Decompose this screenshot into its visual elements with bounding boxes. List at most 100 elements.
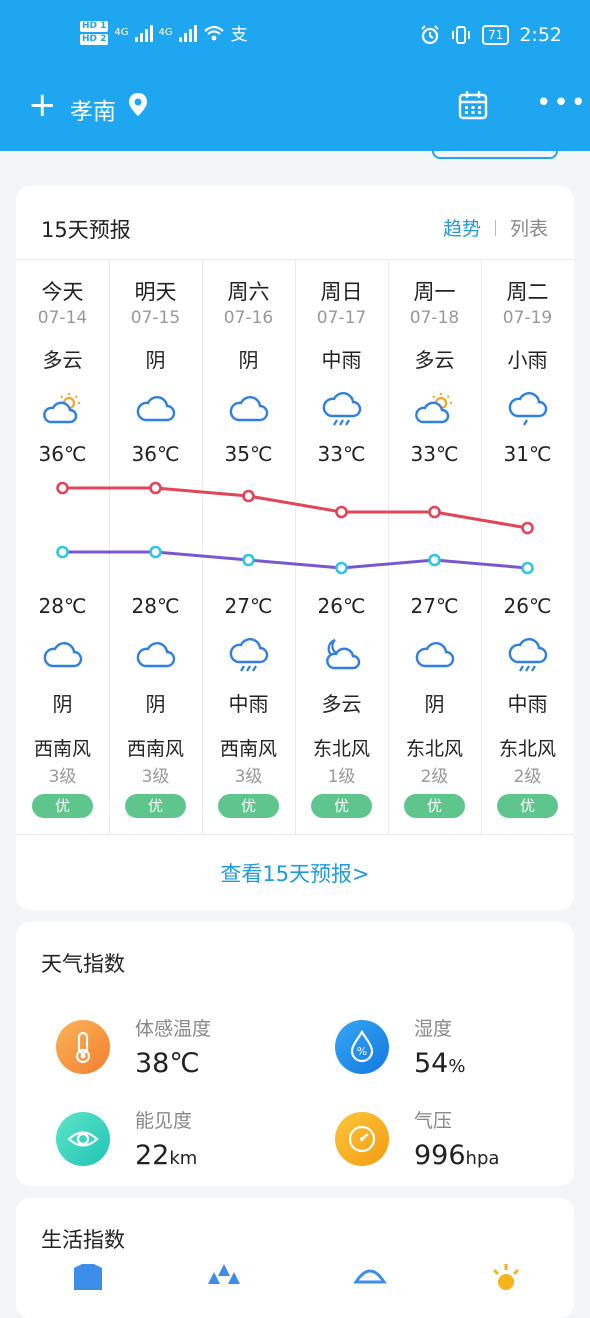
day-name: 周一 xyxy=(413,280,456,304)
city-name[interactable]: 孝南 xyxy=(70,92,116,126)
day-date: 07-14 xyxy=(37,308,88,328)
signal-bars-icon xyxy=(178,24,197,42)
wind-direction: 西南风 xyxy=(33,738,91,760)
low-temp-point xyxy=(56,545,69,559)
add-city-button[interactable]: + xyxy=(28,88,57,122)
day-condition: 中雨 xyxy=(321,348,362,372)
value-unit: km xyxy=(169,1148,198,1169)
wind-level: 1级 xyxy=(327,767,356,787)
app-header: HD 1 HD 2 4G 4G 支 71 2:52 + 孝南 ••• xyxy=(0,0,590,151)
day-name: 今天 xyxy=(41,280,84,304)
status-bar: HD 1 HD 2 4G 4G 支 71 2:52 xyxy=(0,0,590,72)
wind-level: 2级 xyxy=(420,767,449,787)
high-temp-point xyxy=(428,505,441,519)
day-date: 07-18 xyxy=(409,308,460,328)
wind-direction: 东北风 xyxy=(405,738,463,760)
top-toolbar: + 孝南 ••• xyxy=(0,78,590,134)
cloudy-icon xyxy=(229,396,269,422)
tab-list[interactable]: 列表 xyxy=(510,214,548,241)
night-condition: 阴 xyxy=(424,692,445,716)
pressure-gauge-icon xyxy=(335,1112,389,1166)
high-temp-point xyxy=(242,489,255,503)
wifi-icon xyxy=(203,25,224,40)
cloudy-icon xyxy=(136,396,176,422)
index-label: 气压 xyxy=(414,1110,453,1132)
sun-icon xyxy=(492,1264,520,1290)
aqi-badge: 优 xyxy=(497,794,558,818)
alarm-icon xyxy=(421,25,439,45)
index-label: 体感温度 xyxy=(135,1018,212,1040)
high-temp: 36℃ xyxy=(131,442,180,466)
high-temp-point xyxy=(149,481,162,495)
humidity-drop-icon: % xyxy=(335,1020,389,1074)
calendar-icon[interactable] xyxy=(458,90,488,120)
night-condition: 阴 xyxy=(145,692,166,716)
forecast-title: 15天预报 xyxy=(41,218,131,242)
more-menu-icon[interactable]: ••• xyxy=(536,90,588,116)
wind-level: 3级 xyxy=(48,767,77,787)
low-temp-point xyxy=(521,561,534,575)
aqi-badge: 优 xyxy=(125,794,186,818)
thermometer-icon xyxy=(56,1020,110,1074)
life-index-card: 生活指数 xyxy=(16,1198,574,1318)
value-number: 996 xyxy=(414,1140,466,1171)
high-temp-point xyxy=(521,521,534,535)
divider xyxy=(16,834,574,835)
net2-label: 4G xyxy=(158,27,173,38)
index-value: 54% xyxy=(414,1048,465,1079)
feels-like-item: 体感温度 38℃ xyxy=(32,1010,272,1080)
hd1-badge: HD 1 xyxy=(80,20,109,32)
high-temp: 35℃ xyxy=(224,442,273,466)
night-condition: 中雨 xyxy=(228,692,269,716)
day-condition: 阴 xyxy=(238,348,259,372)
day-name: 周六 xyxy=(227,280,270,304)
night-condition: 中雨 xyxy=(507,692,548,716)
forecast-tabs: 趋势 列表 xyxy=(443,214,548,241)
day-date: 07-16 xyxy=(223,308,274,328)
wind-direction: 东北风 xyxy=(312,738,370,760)
cloudy-icon xyxy=(43,642,83,668)
tab-trend[interactable]: 趋势 xyxy=(443,214,481,241)
visibility-eye-icon xyxy=(56,1112,110,1166)
clock: 2:52 xyxy=(519,24,562,46)
day-condition: 多云 xyxy=(414,348,455,372)
aqi-badge: 优 xyxy=(404,794,465,818)
partly-cloudy-sun-icon xyxy=(43,393,80,424)
high-temp-line xyxy=(62,486,528,530)
low-temp-point xyxy=(242,553,255,567)
high-temp: 33℃ xyxy=(317,442,366,466)
tab-divider xyxy=(494,219,496,236)
view-15-day-link[interactable]: 查看15天预报> xyxy=(16,858,574,888)
partly-cloudy-sun-icon xyxy=(415,393,452,424)
day-date: 07-19 xyxy=(502,308,553,328)
visibility-item: 能见度 22km xyxy=(32,1102,272,1172)
status-right: 71 2:52 xyxy=(420,24,562,46)
forecast-card: 15天预报 趋势 列表 今天 07-14 多云 36℃ 28℃ 阴西南风 3级优明天 07-1… xyxy=(16,186,574,910)
day-date: 07-15 xyxy=(130,308,181,328)
light-rain-icon xyxy=(508,392,548,426)
day-condition: 多云 xyxy=(42,348,83,372)
low-temp-point xyxy=(428,553,441,567)
signal-bars-icon xyxy=(134,24,153,42)
hd-badges: HD 1 HD 2 xyxy=(80,20,109,45)
low-temp-point xyxy=(149,545,162,559)
rain-icon xyxy=(322,392,362,426)
aqi-badge: 优 xyxy=(311,794,372,818)
clothing-icon xyxy=(74,1264,102,1290)
pressure-item: 气压 996hpa xyxy=(311,1102,551,1172)
wind-level: 2级 xyxy=(513,767,542,787)
hd2-badge: HD 2 xyxy=(80,33,109,45)
day-name: 周日 xyxy=(320,280,363,304)
value-number: 38℃ xyxy=(135,1048,200,1079)
high-temp: 31℃ xyxy=(503,442,552,466)
low-temp-point xyxy=(335,561,348,575)
day-name: 明天 xyxy=(134,280,177,304)
index-value: 38℃ xyxy=(135,1048,200,1079)
life-index-title: 生活指数 xyxy=(41,1228,125,1252)
location-pin-icon xyxy=(129,93,147,116)
aqi-badge: 优 xyxy=(218,794,279,818)
wind-direction: 西南风 xyxy=(219,738,277,760)
high-temp: 36℃ xyxy=(38,442,87,466)
alipay-icon: 支 xyxy=(230,25,248,45)
wind-direction: 东北风 xyxy=(498,738,556,760)
